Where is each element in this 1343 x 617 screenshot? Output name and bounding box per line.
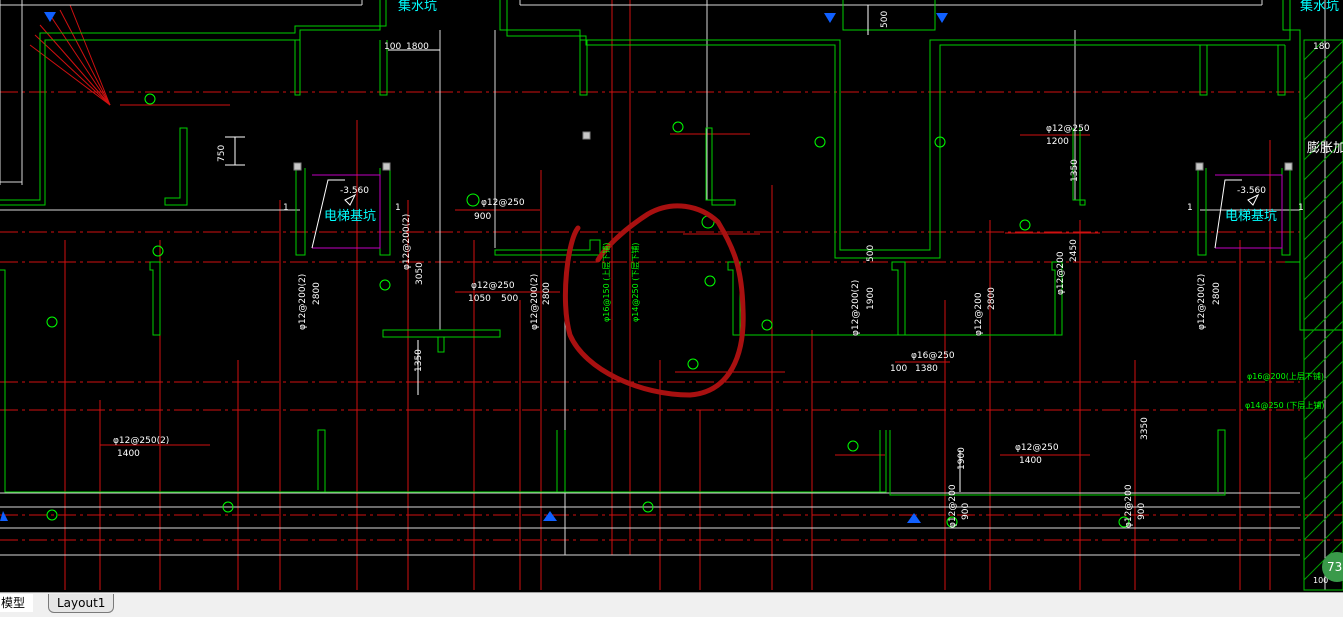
layout-tab-bar: 模型 Layout1: [0, 592, 1343, 617]
rebar-r5: φ16@250: [911, 351, 955, 361]
dim-1350b: 1350: [1070, 159, 1080, 182]
rebar-r2-len2: 500: [501, 294, 519, 304]
rebar-v9: φ12@200(2): [1197, 273, 1207, 330]
dim-180: 180: [1313, 42, 1331, 52]
rebar-v1-len: 2800: [312, 282, 322, 305]
dim-1350: 1350: [414, 349, 424, 372]
rebar-r6-len: 1400: [1019, 456, 1042, 466]
dim-3350: 3350: [1140, 417, 1150, 440]
rebar-r8: φ14@250 (下层上铺): [1245, 401, 1325, 410]
rebar-v3: φ12@200(2): [530, 273, 540, 330]
dim-1-right: 1: [1187, 203, 1193, 213]
pit-level-left: -3.560: [340, 186, 370, 196]
dim-1800: 1800: [406, 42, 429, 52]
rebar-r1: φ12@250: [481, 198, 525, 208]
rebar-r3-len: 1200: [1046, 137, 1069, 147]
rebar-r4: φ12@250(2): [113, 436, 170, 446]
rebar-r2: φ12@250: [471, 281, 515, 291]
rebar-v8: φ12@200: [1056, 251, 1066, 295]
rebar-r2-len: 1050: [468, 294, 491, 304]
rebar-v2-len: 3050: [415, 262, 425, 285]
pit-level-right: -3.560: [1237, 186, 1267, 196]
cad-drawing-canvas[interactable]: 集水坑 集水坑 100 1800 180 500 膨胀加强 电梯基坑 电梯基坑 …: [0, 0, 1343, 592]
sump-label-right: 集水坑: [1300, 0, 1340, 14]
tab-model[interactable]: 模型: [0, 594, 34, 612]
dim-1-left: 1: [283, 203, 289, 213]
rebar-r6: φ12@250: [1015, 443, 1059, 453]
rebar-v3-len: 2800: [542, 282, 552, 305]
rebar-v6: φ12@200(2): [851, 279, 861, 336]
rebar-v8-len: 2450: [1069, 239, 1079, 262]
rebar-v7: φ12@200: [974, 292, 984, 336]
rebar-r7: φ16@200(上层下铺): [1247, 372, 1324, 381]
sump-label-left: 集水坑: [398, 0, 438, 14]
dim-500-top: 500: [880, 10, 890, 28]
rebar-v9-len: 2800: [1212, 282, 1222, 305]
dim-1900: 1900: [957, 447, 967, 470]
rebar-v11: φ12@200: [1124, 484, 1134, 528]
tab-layout1[interactable]: Layout1: [48, 594, 115, 613]
rebar-v6-len: 1900: [866, 287, 876, 310]
rebar-r3: φ12@250: [1046, 124, 1090, 134]
side-label: 膨胀加强: [1307, 141, 1343, 156]
rebar-v7-len: 2800: [987, 287, 997, 310]
rebar-r4-len: 1400: [117, 449, 140, 459]
elevator-pit-label-left: 电梯基坑: [324, 209, 377, 224]
dim-750: 750: [217, 144, 227, 162]
rebar-v2: φ12@200(2): [402, 213, 412, 270]
dim-100: 100: [384, 42, 402, 52]
rebar-v5: φ14@250 (下层下铺): [631, 242, 640, 322]
dim-500-mid: 500: [866, 244, 876, 262]
rebar-v11-len: 900: [1137, 502, 1147, 520]
rebar-v10-len: 900: [961, 502, 971, 520]
rebar-v1: φ12@200(2): [298, 273, 308, 330]
rebar-r5-len: 1380: [915, 364, 938, 374]
elevator-pit-label-right: 电梯基坑: [1225, 209, 1278, 224]
rebar-v10: φ12@200: [948, 484, 958, 528]
rebar-v4: φ16@150 (上层下铺): [602, 242, 611, 322]
rebar-r1-len: 900: [474, 212, 492, 222]
rebar-r5-pre: 100: [890, 364, 908, 374]
dim-1-mid: 1: [395, 203, 401, 213]
dim-1-far: 1: [1298, 203, 1304, 213]
